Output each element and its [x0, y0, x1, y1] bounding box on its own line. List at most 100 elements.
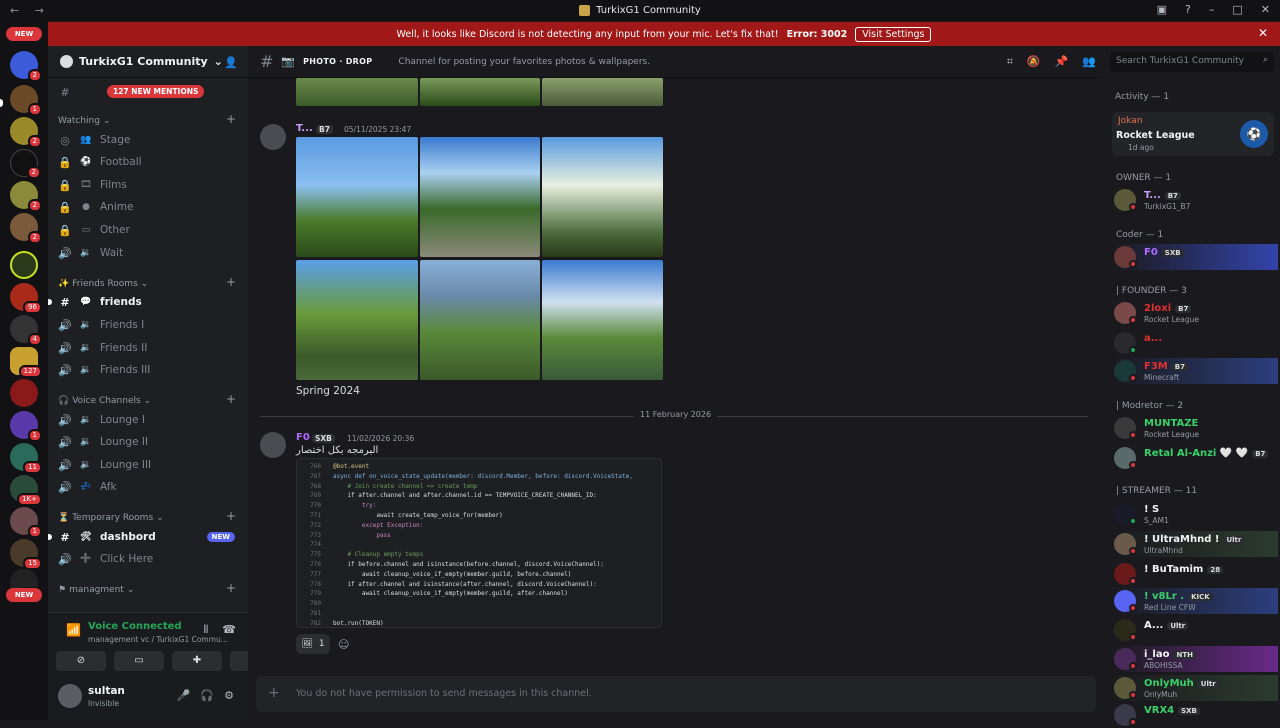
disconnect-icon[interactable]: ☎ [222, 623, 236, 637]
server-icon[interactable]: 1 [10, 507, 42, 538]
code-screenshot-attachment[interactable]: 766 @bot.event 767 async def on_voice_stat… [296, 458, 662, 628]
server-icon[interactable]: 1K+ [10, 475, 42, 506]
visit-settings-button[interactable]: Visit Settings [855, 26, 932, 42]
server-icon[interactable]: 96 [10, 283, 42, 314]
member-item[interactable]: ! S S_AM1 [1114, 501, 1278, 527]
guild-tag[interactable]: SXB [312, 434, 335, 443]
headphones-icon[interactable]: 🎧 [200, 689, 214, 702]
server-icon[interactable] [10, 251, 38, 279]
activity-card[interactable]: Jokan Rocket League 1d ago ⚽ [1112, 112, 1274, 156]
member-item[interactable]: ! UltraMhnd ! Ultr UltraMhnd [1114, 531, 1278, 557]
server-icon[interactable]: 2 [10, 181, 42, 212]
add-channel-icon[interactable]: + [226, 275, 236, 289]
member-item[interactable]: T... B7 TurkixG1_B7 [1114, 187, 1278, 213]
channel-lounge-1[interactable]: 🔊 🔉 Lounge I [58, 410, 243, 430]
category-temporary-rooms[interactable]: ⏳ Temporary Rooms ⌄ [58, 513, 164, 523]
channel-anime[interactable]: 🔒 ● Anime [58, 197, 243, 217]
add-channel-icon[interactable]: + [226, 392, 236, 406]
server-header[interactable]: TurkixG1 Community ⌄ [48, 46, 248, 78]
member-item[interactable]: ! BuTamim 28 [1114, 561, 1278, 587]
channel-dashbord[interactable]: # 🛠 dashbord NEW [48, 527, 243, 547]
photo-attachment[interactable] [296, 78, 418, 106]
search-input[interactable]: Search TurkixG1 Community ⌕ [1110, 52, 1274, 72]
member-item[interactable]: F3M B7 Minecraft [1114, 358, 1278, 384]
pin-icon[interactable]: 📌 [1055, 55, 1069, 69]
photo-attachment[interactable] [420, 137, 540, 257]
help-icon[interactable]: ? [1185, 3, 1191, 16]
photo-attachment[interactable] [420, 78, 540, 106]
minimize-icon[interactable]: – [1209, 3, 1215, 16]
category-watching[interactable]: Watching ⌄ [58, 116, 110, 126]
add-reaction-icon[interactable]: ☺ [338, 638, 349, 651]
photo-attachment[interactable] [542, 137, 663, 257]
avatar[interactable] [58, 684, 82, 708]
photo-attachment[interactable] [420, 260, 540, 380]
member-item[interactable]: i_lao NTH ABOHISSA [1114, 646, 1278, 672]
new-unreads-top[interactable]: NEW [6, 27, 42, 41]
member-item[interactable]: OnlyMuh Ultr OnlyMuh [1114, 675, 1278, 701]
channel-friends[interactable]: # 💬 friends [48, 292, 243, 312]
channel-friends-1[interactable]: 🔊 🔉 Friends I [58, 315, 243, 335]
server-icon[interactable]: 15 [10, 539, 42, 570]
message-author[interactable]: F0 [296, 432, 310, 443]
reaction-button[interactable]: 🖼 1 [296, 634, 330, 654]
server-icon[interactable]: 1 [10, 85, 42, 116]
threads-icon[interactable]: ⌗ [1007, 55, 1013, 69]
member-item[interactable]: Retal Al-Anzi 🤍 🤍 B7 [1114, 445, 1278, 471]
username[interactable]: sultan [88, 685, 125, 697]
server-icon[interactable]: 2 [10, 51, 42, 82]
inbox-icon[interactable]: ▣ [1157, 3, 1167, 16]
maximize-icon[interactable]: □ [1232, 3, 1242, 16]
invite-people-icon[interactable]: 👤 [224, 56, 238, 69]
camera-off-button[interactable]: ⊘ [56, 651, 106, 671]
member-item[interactable]: a... [1114, 330, 1278, 356]
voice-connected-label[interactable]: Voice Connected [88, 621, 182, 632]
server-icon[interactable]: 4 [10, 315, 42, 346]
photo-attachment[interactable] [542, 260, 663, 380]
member-item[interactable]: VRX4 SXB [1114, 702, 1278, 728]
activities-button[interactable]: ✚ [172, 651, 222, 671]
noise-suppression-icon[interactable]: ⦀ [203, 623, 208, 637]
channel-lounge-2[interactable]: 🔊 🔉 Lounge II [58, 432, 243, 452]
member-list-icon[interactable]: 👥 [1082, 55, 1096, 69]
server-icon[interactable]: 2 [10, 149, 41, 179]
new-unreads-bottom[interactable]: NEW [6, 588, 42, 602]
channel-stage[interactable]: ◎ 👥 Stage [58, 130, 243, 150]
category-voice-channels[interactable]: 🎧 Voice Channels ⌄ [58, 396, 151, 406]
server-icon[interactable]: 2 [10, 117, 42, 148]
guild-tag[interactable]: B7 [316, 125, 333, 134]
category-friends-rooms[interactable]: ✨ Friends Rooms ⌄ [58, 279, 148, 289]
channel-football[interactable]: 🔒 ⚽ Football [58, 152, 243, 172]
member-item[interactable]: ! v8Lr . KICK Red Line CFW [1114, 588, 1278, 614]
server-icon[interactable]: 2 [10, 213, 42, 244]
new-mentions-pill[interactable]: 127 NEW MENTIONS [107, 85, 205, 98]
add-channel-icon[interactable]: + [226, 509, 236, 523]
signal-icon[interactable]: 📶 [66, 623, 81, 637]
channel-click-here[interactable]: 🔊 ➕ Click Here [58, 549, 243, 569]
channel-friends-2[interactable]: 🔊 🔉 Friends II [58, 338, 243, 358]
add-channel-icon[interactable]: + [226, 581, 236, 595]
gear-icon[interactable]: ⚙ [224, 689, 234, 702]
server-icon[interactable]: 11 [10, 443, 42, 474]
photo-attachment[interactable] [296, 137, 418, 257]
nav-arrows[interactable]: ← → [10, 4, 50, 17]
avatar[interactable] [260, 124, 286, 150]
server-icon[interactable]: 127 [10, 347, 42, 378]
banner-close-icon[interactable]: ✕ [1258, 26, 1268, 40]
server-icon[interactable] [10, 379, 38, 407]
channel-topic[interactable]: Channel for posting your favorites photo… [398, 57, 650, 67]
message-author[interactable]: T... [296, 123, 313, 134]
channel-friends-3[interactable]: 🔊 🔉 Friends III [58, 360, 243, 380]
channel-afk[interactable]: 🔊 💤 Afk [58, 477, 243, 497]
category-managment[interactable]: ⚑ managment ⌄ [58, 585, 134, 595]
microphone-icon[interactable]: 🎤 [177, 689, 191, 702]
avatar[interactable] [260, 432, 286, 458]
channel-wait[interactable]: 🔊 🔉 Wait [58, 243, 243, 263]
close-window-icon[interactable]: ✕ [1261, 3, 1270, 16]
screen-share-button[interactable]: ▭ [114, 651, 164, 671]
member-item[interactable]: F0 SXB [1114, 244, 1278, 270]
member-item[interactable]: A... Ultr [1114, 617, 1278, 643]
photo-attachment[interactable] [542, 78, 663, 106]
add-channel-icon[interactable]: + [226, 112, 236, 126]
notification-bell-icon[interactable]: 🔕 [1027, 55, 1041, 69]
